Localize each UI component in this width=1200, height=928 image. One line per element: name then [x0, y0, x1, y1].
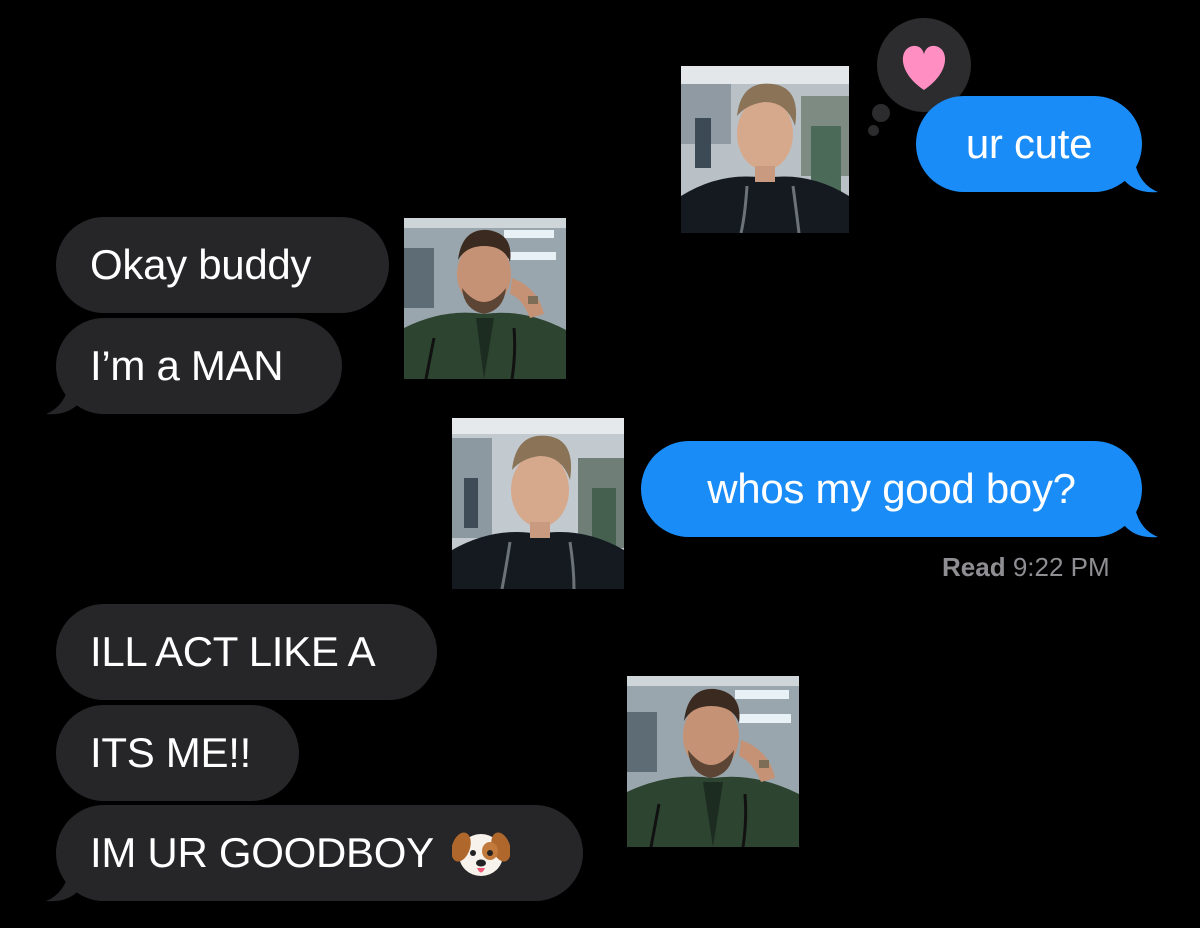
photo-doctor-1[interactable]: [681, 66, 849, 233]
incoming-message-ill-act-like-a[interactable]: ILL ACT LIKE A: [56, 604, 437, 700]
reaction-tail-dot: [872, 104, 890, 122]
incoming-message-im-a-man[interactable]: I’m a MAN: [56, 318, 342, 414]
incoming-bubble-tail: [46, 867, 80, 902]
photo-doctor-4-image: [627, 676, 799, 847]
message-text: Okay buddy: [90, 241, 312, 288]
outgoing-bubble-tail: [1124, 158, 1158, 193]
message-text: whos my good boy?: [707, 465, 1076, 512]
incoming-message-okay-buddy[interactable]: Okay buddy: [56, 217, 389, 313]
dog-face-emoji-icon: [451, 832, 510, 876]
outgoing-message-ur-cute[interactable]: ur cute: [916, 96, 1142, 192]
message-text: ILL ACT LIKE A: [90, 628, 376, 675]
photo-doctor-2-image: [404, 218, 566, 379]
photo-doctor-3-image: [452, 418, 624, 589]
message-text: ur cute: [965, 120, 1093, 167]
message-text: IM UR GOODBOY: [90, 829, 434, 876]
photo-doctor-1-image: [681, 66, 849, 233]
incoming-message-im-ur-goodboy[interactable]: IM UR GOODBOY: [56, 805, 583, 901]
read-time: 9:22 PM: [1012, 552, 1110, 582]
photo-doctor-4[interactable]: [627, 676, 799, 847]
photo-doctor-2[interactable]: [404, 218, 566, 379]
incoming-bubble-tail: [46, 380, 80, 415]
reaction-tail-dot-small: [868, 125, 879, 136]
outgoing-message-whos-my-good-boy[interactable]: whos my good boy?: [641, 441, 1142, 537]
outgoing-bubble-tail: [1124, 503, 1158, 538]
message-text: ITS ME!!: [90, 729, 251, 776]
message-text: I’m a MAN: [90, 342, 284, 389]
photo-doctor-3[interactable]: [452, 418, 624, 589]
read-label: Read: [942, 552, 1006, 582]
read-receipt: Read 9:22 PM: [942, 552, 1110, 583]
incoming-message-its-me[interactable]: ITS ME!!: [56, 705, 299, 801]
